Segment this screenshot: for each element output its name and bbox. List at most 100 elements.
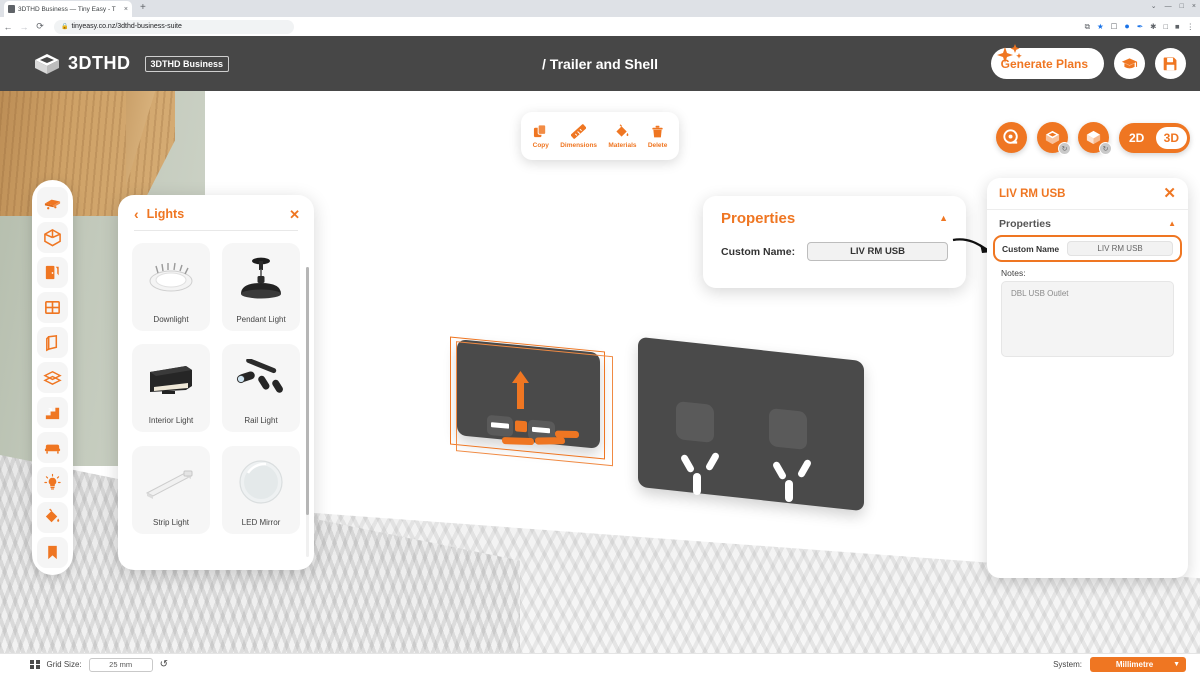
sidebar-item-windows[interactable]	[37, 292, 68, 323]
paint-bucket-icon	[616, 123, 629, 137]
move-up-gizmo-arrow[interactable]	[512, 371, 529, 409]
toggle-3d-label[interactable]: 3D	[1155, 126, 1187, 149]
square-icon[interactable]: □	[1163, 23, 1168, 31]
iso-view-button[interactable]: ↻	[1078, 122, 1112, 155]
custom-name-field[interactable]: LIV RM USB	[807, 242, 948, 261]
top-view-badge: ↻	[1058, 142, 1071, 155]
properties-section-header[interactable]: Properties ▲	[987, 210, 1188, 233]
grid-icon[interactable]	[30, 659, 40, 670]
list-item-label: Interior Light	[148, 416, 194, 426]
strip-light-thumb	[132, 446, 210, 518]
sidebar-item-furniture[interactable]	[37, 432, 68, 463]
tab-close-icon[interactable]: ×	[124, 6, 128, 13]
close-icon[interactable]: ✕	[289, 208, 300, 221]
browser-tabstrip: 3DTHD Business — Tiny Easy - T × + ⌄ — □…	[0, 0, 1200, 17]
generate-plans-button[interactable]: Generate Plans	[990, 44, 1104, 79]
cube-logo-icon	[35, 53, 59, 74]
menu-icon[interactable]: ⋮	[1187, 23, 1195, 31]
list-item-label: LED Mirror	[241, 517, 281, 527]
pen-icon[interactable]: ✒	[1137, 23, 1143, 31]
measure-tape-button[interactable]	[996, 122, 1027, 153]
lights-panel-title: Lights	[146, 207, 185, 221]
left-tool-rail	[32, 180, 73, 575]
browser-extension-icons: ⧉ ★ ☐ ● ✒ ✱ □ ■ ⋮	[1085, 22, 1200, 31]
sidebar-item-lights[interactable]	[37, 467, 68, 498]
top-view-button[interactable]: ↻	[1037, 122, 1071, 155]
back-chevron-icon[interactable]: ‹	[134, 207, 139, 221]
trash-icon	[652, 125, 663, 137]
header-actions: Generate Plans	[990, 44, 1186, 79]
chevron-up-icon[interactable]: ▲	[1168, 220, 1176, 228]
window-chevron-icon[interactable]: ⌄	[1151, 2, 1157, 10]
stairs-icon	[45, 407, 60, 420]
rail-light-thumb	[222, 344, 300, 416]
object-properties-header: LIV RM USB ✕	[987, 178, 1188, 210]
chevron-up-icon[interactable]: ▲	[939, 214, 948, 223]
tab-title: 3DTHD Business — Tiny Easy - T	[18, 5, 116, 13]
reload-button[interactable]: ⟳	[32, 21, 48, 32]
toggle-2d-label[interactable]: 2D	[1122, 132, 1144, 144]
circle-blue-icon[interactable]: ●	[1124, 22, 1129, 31]
unit-system-controls: System: Millimetre ▼	[1053, 657, 1200, 672]
view-controls: ↻ ↻ 2D 3D	[996, 122, 1190, 155]
paint-bucket-icon	[45, 508, 60, 523]
close-icon[interactable]: ✕	[1163, 186, 1176, 201]
save-disk-icon	[1163, 57, 1177, 71]
sidebar-item-stairs[interactable]	[37, 397, 68, 428]
puzzle-icon[interactable]: ✱	[1150, 23, 1156, 31]
grid-size-label: Grid Size:	[46, 660, 82, 669]
object-title: LIV RM USB	[999, 187, 1066, 200]
materials-button[interactable]: Materials	[608, 123, 637, 149]
sidebar-item-trailer-base[interactable]	[37, 187, 68, 218]
power-outlet-object[interactable]	[638, 336, 864, 512]
dimensions-button[interactable]: Dimensions	[560, 123, 597, 149]
properties-callout-title: Properties	[721, 210, 796, 227]
app-header: 3DTHD 3DTHD Business / Trailer and Shell…	[0, 36, 1200, 91]
sidebar-item-doors[interactable]	[37, 257, 68, 288]
led-mirror-thumb	[222, 446, 300, 518]
tape-measure-icon	[1003, 129, 1018, 144]
logo-text: 3DTHD	[68, 53, 131, 73]
dimension-toggle[interactable]: 2D 3D	[1119, 122, 1190, 153]
system-select[interactable]: Millimetre ▼	[1090, 657, 1186, 672]
window-minimize-button[interactable]: —	[1165, 3, 1172, 10]
browser-chrome: 3DTHD Business — Tiny Easy - T × + ⌄ — □…	[0, 0, 1200, 36]
custom-name-label: Custom Name	[1002, 243, 1060, 254]
reset-icon[interactable]: ↺	[160, 659, 168, 670]
custom-name-input[interactable]: LIV RM USB	[1067, 241, 1173, 256]
list-item[interactable]: Interior Light	[132, 344, 210, 433]
window-close-button[interactable]: ×	[1192, 3, 1196, 10]
share-icon[interactable]: ⧉	[1085, 23, 1090, 31]
profile-icon[interactable]: ■	[1175, 23, 1180, 31]
lights-panel-scrollbar-thumb[interactable]	[306, 267, 309, 515]
camera-icon[interactable]: ☐	[1111, 23, 1118, 31]
url-input[interactable]: 🔒 tinyeasy.co.nz/3dthd-business-suite	[54, 19, 294, 34]
list-item[interactable]: Downlight	[132, 243, 210, 331]
delete-button[interactable]: Delete	[648, 124, 667, 149]
list-item[interactable]: Strip Light	[132, 445, 210, 534]
forward-button[interactable]: →	[16, 22, 32, 32]
sidebar-item-shell[interactable]	[37, 222, 68, 253]
app-logo[interactable]: 3DTHD 3DTHD Business	[34, 52, 230, 76]
power-outlet-switch-left	[676, 401, 714, 443]
sidebar-item-materials[interactable]	[37, 502, 68, 533]
list-item[interactable]: Pendant Light	[222, 243, 300, 331]
new-tab-button[interactable]: +	[140, 3, 146, 13]
bookmark-star-icon[interactable]: ★	[1097, 23, 1104, 31]
browser-tab[interactable]: 3DTHD Business — Tiny Easy - T ×	[4, 1, 132, 17]
save-button[interactable]	[1155, 48, 1186, 79]
list-item[interactable]: LED Mirror	[222, 445, 300, 534]
browser-urlbar-row: ← → ⟳ 🔒 tinyeasy.co.nz/3dthd-business-su…	[0, 17, 1200, 36]
grid-size-input[interactable]: 25 mm	[88, 657, 153, 672]
sidebar-item-walls[interactable]	[37, 327, 68, 358]
sidebar-item-bookmarks[interactable]	[37, 537, 68, 568]
copy-button[interactable]: Copy	[533, 123, 549, 149]
window-maximize-button[interactable]: □	[1180, 3, 1184, 10]
notes-textarea[interactable]: DBL USB Outlet	[1001, 281, 1174, 357]
window-controls: ⌄ — □ ×	[1151, 2, 1196, 11]
back-button[interactable]: ←	[0, 22, 16, 32]
list-item[interactable]: Rail Light	[222, 344, 300, 433]
sidebar-item-floors[interactable]	[37, 362, 68, 393]
tutorial-button[interactable]	[1114, 48, 1145, 79]
sparkles-icon	[996, 44, 1022, 63]
